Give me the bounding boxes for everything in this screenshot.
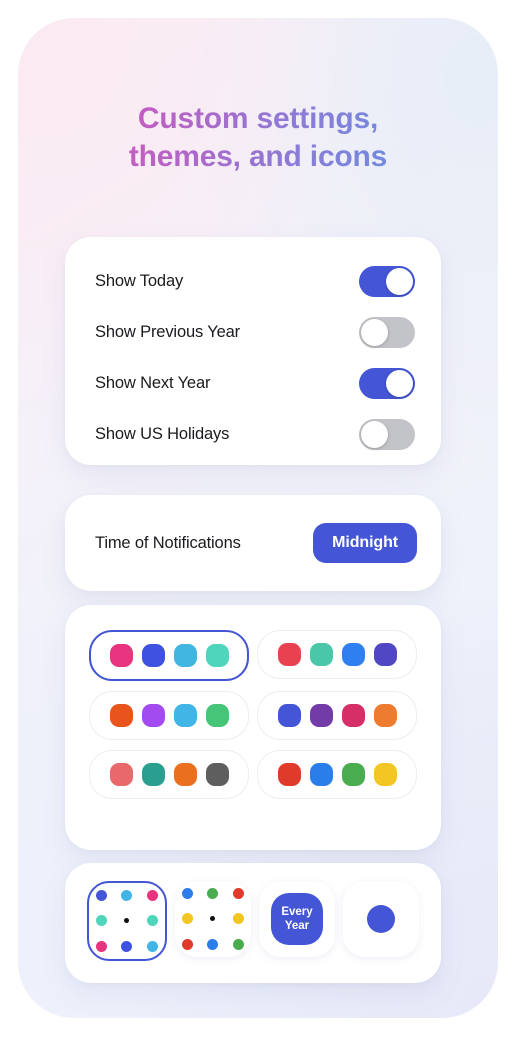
icon-dot — [182, 913, 194, 925]
setting-row: Show Previous Year — [95, 310, 415, 354]
notification-time-label: Time of Notifications — [95, 533, 241, 552]
app-icon-row: Every Year — [87, 881, 421, 961]
setting-row: Show Next Year — [95, 361, 415, 405]
theme-color-dot — [309, 704, 333, 727]
page-title: Custom settings, themes, and icons — [18, 100, 498, 177]
icon-center-dot — [124, 918, 130, 924]
theme-swatch[interactable] — [89, 691, 249, 740]
toggle-knob — [386, 267, 413, 295]
theme-color-dot — [109, 704, 133, 727]
icon-dot — [96, 890, 108, 902]
page-title-line-2: themes, and icons — [128, 140, 388, 174]
theme-color-dot — [309, 763, 333, 786]
setting-label: Show US Holidays — [95, 424, 230, 443]
theme-swatch[interactable] — [257, 691, 417, 740]
toggle-knob — [361, 420, 388, 448]
theme-color-dot — [141, 704, 165, 727]
theme-color-dot — [373, 643, 397, 666]
app-icons-card: Every Year — [65, 863, 441, 983]
page-title-line-1: Custom settings, — [137, 102, 379, 135]
setting-toggle[interactable] — [359, 367, 415, 399]
phone-frame: Custom settings, themes, and icons Show … — [18, 18, 498, 1018]
every-year-badge-icon[interactable]: Every Year — [259, 881, 335, 957]
theme-swatch[interactable] — [257, 630, 417, 679]
icon-dot — [182, 938, 194, 950]
theme-swatch[interactable] — [257, 750, 417, 799]
icon-dot — [232, 938, 244, 950]
icon-badge-line-1: Every — [281, 905, 313, 918]
settings-card: Show Today Show Previous Year Show Next Ye… — [65, 237, 441, 465]
theme-color-dot — [205, 644, 229, 667]
icon-dot — [207, 938, 219, 950]
setting-toggle[interactable] — [359, 316, 415, 348]
icon-dot — [121, 940, 133, 952]
icon-dot — [121, 890, 133, 902]
setting-toggle[interactable] — [359, 418, 415, 450]
icon-dot-grid — [175, 881, 251, 957]
theme-color-dot — [341, 704, 365, 727]
theme-color-dot — [373, 704, 397, 727]
theme-color-dot — [109, 644, 133, 667]
theme-swatch[interactable] — [89, 630, 249, 681]
theme-color-dot — [309, 643, 333, 666]
theme-color-dot — [205, 704, 229, 727]
icon-single-dot — [367, 905, 395, 933]
theme-color-dot — [277, 704, 301, 727]
themes-card — [65, 605, 441, 850]
theme-color-dot — [205, 763, 229, 786]
icon-dot — [232, 913, 244, 925]
icon-badge: Every Year — [271, 893, 323, 945]
dots-pastel-icon[interactable] — [87, 881, 167, 961]
theme-color-dot — [341, 763, 365, 786]
theme-color-dot — [109, 763, 133, 786]
theme-color-dot — [141, 763, 165, 786]
setting-row: Show US Holidays — [95, 412, 415, 456]
dots-google-icon[interactable] — [175, 881, 251, 957]
setting-label: Show Next Year — [95, 373, 211, 392]
notifications-card: Time of Notifications Midnight — [65, 495, 441, 591]
icon-badge-line-2: Year — [284, 920, 310, 932]
single-dot-icon[interactable] — [343, 881, 419, 957]
notification-time-row: Time of Notifications Midnight — [95, 495, 417, 591]
icon-dot — [182, 888, 194, 900]
setting-label: Show Today — [95, 271, 184, 290]
toggle-knob — [386, 369, 413, 397]
theme-color-dot — [173, 763, 197, 786]
theme-color-dot — [173, 644, 197, 667]
theme-color-dot — [373, 763, 397, 786]
theme-swatch[interactable] — [89, 750, 249, 799]
theme-color-dot — [141, 644, 165, 667]
theme-color-dot — [341, 643, 365, 666]
icon-dot — [146, 890, 158, 902]
setting-label: Show Previous Year — [95, 322, 240, 341]
icon-dot — [96, 915, 108, 927]
theme-color-dot — [277, 643, 301, 666]
toggle-knob — [361, 318, 388, 346]
theme-color-dot — [173, 704, 197, 727]
icon-dot — [96, 940, 108, 952]
icon-dot — [207, 888, 219, 900]
setting-row: Show Today — [95, 259, 415, 303]
icon-dot — [146, 940, 158, 952]
icon-dot — [232, 888, 244, 900]
theme-grid — [89, 630, 417, 799]
theme-color-dot — [277, 763, 301, 786]
setting-toggle[interactable] — [359, 265, 415, 297]
icon-center-dot — [210, 916, 216, 922]
icon-dot-grid — [89, 883, 165, 959]
notification-time-button[interactable]: Midnight — [313, 523, 417, 563]
icon-dot — [146, 915, 158, 927]
